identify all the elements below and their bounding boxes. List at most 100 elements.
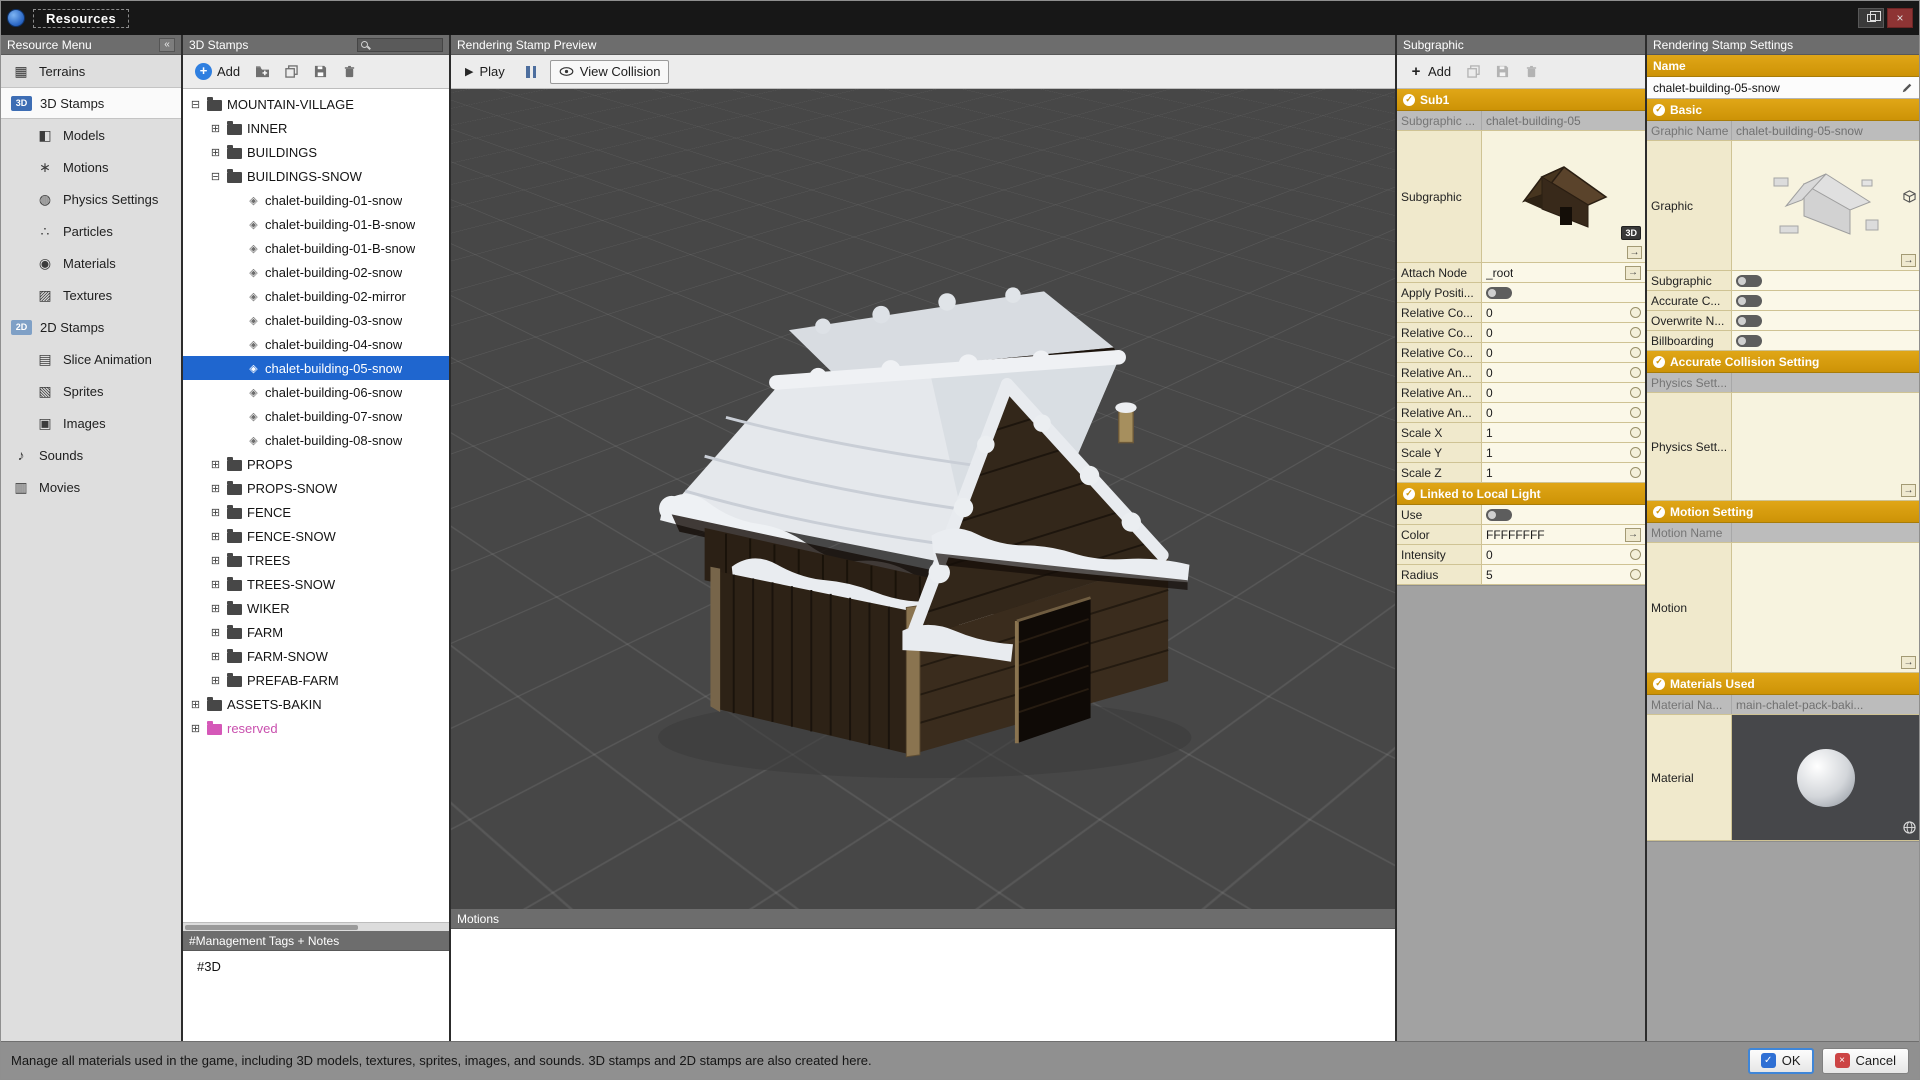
tree-folder-assets-bakin[interactable]: ⊞ASSETS-BAKIN: [183, 692, 449, 716]
expand-expander-icon[interactable]: ⊞: [209, 602, 222, 615]
expand-expander-icon[interactable]: ⊞: [189, 698, 202, 711]
property-value[interactable]: [1481, 505, 1645, 524]
curve-icon[interactable]: [1630, 307, 1641, 318]
tree-folder-trees[interactable]: ⊞TREES: [183, 548, 449, 572]
tree-item-chalet-building-02-snow[interactable]: ◈chalet-building-02-snow: [183, 260, 449, 284]
expand-expander-icon[interactable]: ⊞: [209, 530, 222, 543]
expand-expander-icon[interactable]: ⊞: [189, 722, 202, 735]
curve-icon[interactable]: [1630, 407, 1641, 418]
sidebar-item-materials[interactable]: ◉Materials: [1, 247, 181, 279]
curve-icon[interactable]: [1630, 569, 1641, 580]
property-value[interactable]: _root→: [1481, 263, 1645, 282]
model-cube-icon[interactable]: [1903, 190, 1916, 206]
curve-icon[interactable]: [1630, 467, 1641, 478]
toggle-switch[interactable]: [1736, 275, 1762, 287]
play-button[interactable]: ▶ Play: [457, 61, 513, 82]
sidebar-item-images[interactable]: ▣Images: [1, 407, 181, 439]
search-input[interactable]: [357, 38, 443, 52]
toggle-switch[interactable]: [1736, 315, 1762, 327]
property-value[interactable]: →: [1731, 393, 1919, 500]
property-value[interactable]: [1731, 291, 1919, 310]
property-value[interactable]: 0: [1481, 303, 1645, 322]
toggle-switch[interactable]: [1486, 287, 1512, 299]
property-value[interactable]: [1731, 311, 1919, 330]
add-folder-button[interactable]: [250, 60, 275, 83]
sidebar-item-3d-stamps[interactable]: 3D3D Stamps: [1, 87, 181, 119]
arrow-icon[interactable]: →: [1901, 484, 1916, 497]
tree-folder-wiker[interactable]: ⊞WIKER: [183, 596, 449, 620]
toggle-switch[interactable]: [1736, 335, 1762, 347]
arrow-icon[interactable]: →: [1901, 254, 1916, 267]
property-value[interactable]: 0: [1481, 383, 1645, 402]
expand-expander-icon[interactable]: ⊞: [209, 674, 222, 687]
tree-folder-farm-snow[interactable]: ⊞FARM-SNOW: [183, 644, 449, 668]
curve-icon[interactable]: [1630, 387, 1641, 398]
tags-notes[interactable]: #3D: [183, 951, 449, 1041]
sidebar-item-movies[interactable]: ▥Movies: [1, 471, 181, 503]
sidebar-item-slice-animation[interactable]: ▤Slice Animation: [1, 343, 181, 375]
add-subgraphic-button[interactable]: + Add: [1403, 61, 1457, 82]
curve-icon[interactable]: [1630, 427, 1641, 438]
curve-icon[interactable]: [1630, 549, 1641, 560]
window-restore-button[interactable]: [1858, 8, 1884, 28]
collapse-expander-icon[interactable]: ⊟: [209, 170, 222, 183]
sidebar-item-sounds[interactable]: ♪Sounds: [1, 439, 181, 471]
property-value[interactable]: 0: [1481, 343, 1645, 362]
cancel-button[interactable]: × Cancel: [1822, 1048, 1909, 1074]
tree-hscrollbar[interactable]: [183, 922, 449, 931]
property-value[interactable]: 0: [1481, 323, 1645, 342]
sidebar-item-motions[interactable]: ∗Motions: [1, 151, 181, 183]
tree-folder-props-snow[interactable]: ⊞PROPS-SNOW: [183, 476, 449, 500]
delete-button[interactable]: [337, 60, 362, 83]
expand-expander-icon[interactable]: ⊞: [209, 506, 222, 519]
expand-expander-icon[interactable]: ⊞: [209, 626, 222, 639]
add-stamp-button[interactable]: + Add: [189, 61, 246, 82]
tree-folder-inner[interactable]: ⊞INNER: [183, 116, 449, 140]
property-value[interactable]: [1731, 271, 1919, 290]
sidebar-item-2d-stamps[interactable]: 2D2D Stamps: [1, 311, 181, 343]
property-value[interactable]: [1731, 715, 1919, 840]
expand-expander-icon[interactable]: ⊞: [209, 554, 222, 567]
curve-icon[interactable]: [1630, 347, 1641, 358]
sidebar-item-physics-settings[interactable]: ◍Physics Settings: [1, 183, 181, 215]
property-value[interactable]: 0: [1481, 545, 1645, 564]
hscroll-thumb[interactable]: [185, 925, 358, 930]
motions-list[interactable]: [451, 929, 1395, 1041]
tree-item-chalet-building-01-b-snow[interactable]: ◈chalet-building-01-B-snow: [183, 236, 449, 260]
tree-item-chalet-building-04-snow[interactable]: ◈chalet-building-04-snow: [183, 332, 449, 356]
tree-folder-mountain-village[interactable]: ⊟MOUNTAIN-VILLAGE: [183, 92, 449, 116]
delete-subgraphic-button[interactable]: [1519, 60, 1544, 83]
sidebar-item-particles[interactable]: ∴Particles: [1, 215, 181, 247]
tree-item-chalet-building-02-mirror[interactable]: ◈chalet-building-02-mirror: [183, 284, 449, 308]
tree-folder-props[interactable]: ⊞PROPS: [183, 452, 449, 476]
arrow-icon[interactable]: →: [1901, 656, 1916, 669]
collapse-menu-button[interactable]: «: [159, 38, 175, 52]
save-subgraphic-button[interactable]: [1490, 60, 1515, 83]
tree-folder-reserved[interactable]: ⊞reserved: [183, 716, 449, 740]
tree-folder-buildings-snow[interactable]: ⊟BUILDINGS-SNOW: [183, 164, 449, 188]
tree-item-chalet-building-07-snow[interactable]: ◈chalet-building-07-snow: [183, 404, 449, 428]
tree-item-chalet-building-08-snow[interactable]: ◈chalet-building-08-snow: [183, 428, 449, 452]
tree-item-chalet-building-06-snow[interactable]: ◈chalet-building-06-snow: [183, 380, 449, 404]
collapse-expander-icon[interactable]: ⊟: [189, 98, 202, 111]
pause-button[interactable]: [517, 63, 546, 81]
tree-folder-farm[interactable]: ⊞FARM: [183, 620, 449, 644]
tree-folder-fence[interactable]: ⊞FENCE: [183, 500, 449, 524]
sidebar-item-terrains[interactable]: ▦Terrains: [1, 55, 181, 87]
tree-item-chalet-building-05-snow[interactable]: ◈chalet-building-05-snow: [183, 356, 449, 380]
expand-expander-icon[interactable]: ⊞: [209, 146, 222, 159]
property-value[interactable]: 1: [1481, 423, 1645, 442]
tree-item-chalet-building-01-b-snow[interactable]: ◈chalet-building-01-B-snow: [183, 212, 449, 236]
property-value[interactable]: 5: [1481, 565, 1645, 584]
sidebar-item-textures[interactable]: ▨Textures: [1, 279, 181, 311]
view-collision-button[interactable]: View Collision: [550, 60, 670, 84]
property-value[interactable]: 1: [1481, 463, 1645, 482]
curve-icon[interactable]: [1630, 327, 1641, 338]
property-value[interactable]: 0: [1481, 403, 1645, 422]
property-value[interactable]: 0: [1481, 363, 1645, 382]
arrow-icon[interactable]: →: [1625, 266, 1641, 280]
tree-item-chalet-building-01-snow[interactable]: ◈chalet-building-01-snow: [183, 188, 449, 212]
stamp-name-input[interactable]: chalet-building-05-snow: [1653, 81, 1780, 95]
curve-icon[interactable]: [1630, 367, 1641, 378]
sidebar-item-sprites[interactable]: ▧Sprites: [1, 375, 181, 407]
